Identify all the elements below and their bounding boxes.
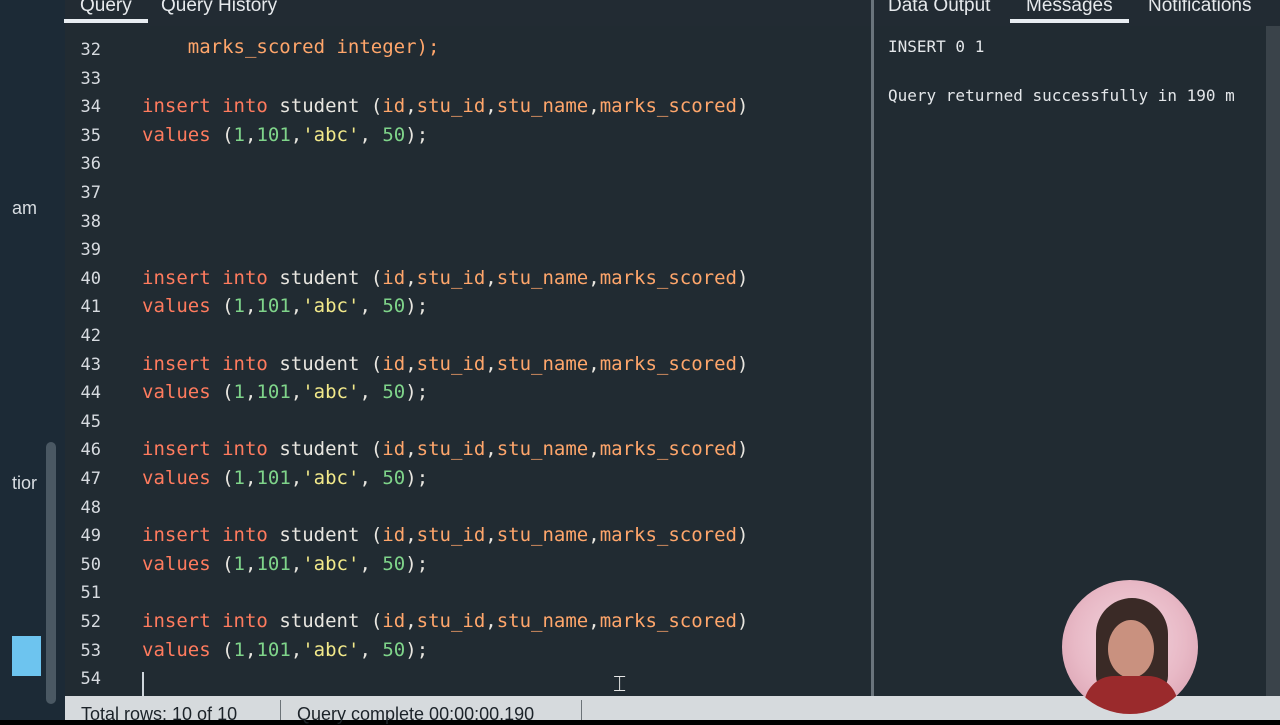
tab-bar: Query Query History Data Output Messages… <box>64 0 1280 26</box>
rail-selected-item[interactable] <box>12 636 41 676</box>
message-insert-result: INSERT 0 1 <box>888 37 985 56</box>
code-line[interactable]: insert into student (id,stu_id,stu_name,… <box>142 438 748 460</box>
ibeam-cursor-icon: ⌶ <box>613 672 627 696</box>
line-number: 46 <box>80 440 101 461</box>
webcam-face <box>1108 620 1154 678</box>
line-number: 41 <box>80 297 101 318</box>
line-number: 45 <box>80 411 101 432</box>
rail-fragment-am[interactable]: am <box>12 198 37 219</box>
tab-notifications[interactable]: Notifications <box>1146 0 1254 24</box>
code-line[interactable]: values (1,101,'abc', 50); <box>142 381 428 403</box>
messages-scrollbar[interactable] <box>1266 26 1280 696</box>
message-query-success: Query returned successfully in 190 m <box>888 86 1235 105</box>
line-number: 50 <box>80 554 101 575</box>
webcam-body <box>1084 676 1178 714</box>
line-number: 42 <box>80 326 101 346</box>
partial-code-line: marks_scored integer); <box>187 36 440 58</box>
line-number: 52 <box>80 612 101 632</box>
webcam-overlay <box>1062 580 1198 714</box>
line-number: 43 <box>80 354 101 375</box>
line-number: 47 <box>80 469 101 489</box>
status-query-complete: Query complete 00:00:00.190 <box>297 704 535 724</box>
line-number: 32 <box>80 40 101 60</box>
line-number: 44 <box>80 383 101 404</box>
code-line[interactable]: values (1,101,'abc', 50); <box>142 639 428 661</box>
tab-data-output[interactable]: Data Output <box>886 0 992 24</box>
code-line[interactable]: values (1,101,'abc', 50); <box>142 124 428 146</box>
line-number: 33 <box>80 68 101 89</box>
code-line[interactable]: insert into student (id,stu_id,stu_name,… <box>142 610 748 632</box>
line-number: 39 <box>80 240 101 261</box>
status-total-rows: Total rows: 10 of 10 <box>81 704 238 724</box>
line-number: 51 <box>80 583 101 604</box>
query-editor[interactable]: marks_scored integer); 32 33 34 insert into… <box>65 26 871 696</box>
messages-panel: INSERT 0 1 Query returned successfully i… <box>874 26 1266 696</box>
line-number: 40 <box>80 268 101 289</box>
code-line[interactable]: values (1,101,'abc', 50); <box>142 467 428 489</box>
line-number: 48 <box>80 497 101 518</box>
line-number: 38 <box>80 211 101 232</box>
rail-fragment-tior[interactable]: tior <box>12 473 37 494</box>
tab-messages[interactable]: Messages <box>1010 0 1129 24</box>
tab-query-history[interactable]: Query History <box>159 0 279 24</box>
line-number: 34 <box>80 97 101 118</box>
text-cursor <box>142 672 144 696</box>
line-number: 37 <box>80 183 101 203</box>
status-separator <box>581 700 582 720</box>
code-line[interactable]: values (1,101,'abc', 50); <box>142 295 428 317</box>
left-rail: am tior <box>0 0 65 720</box>
line-number: 54 <box>80 669 101 690</box>
line-number: 36 <box>80 154 101 175</box>
status-separator <box>280 700 281 720</box>
code-line[interactable]: insert into student (id,stu_id,stu_name,… <box>142 267 748 289</box>
rail-scrollbar[interactable] <box>46 442 56 704</box>
code-line[interactable]: insert into student (id,stu_id,stu_name,… <box>142 353 748 375</box>
line-number: 53 <box>80 640 101 661</box>
line-number: 35 <box>80 125 101 146</box>
tab-query[interactable]: Query <box>64 0 148 24</box>
line-number: 49 <box>80 526 101 547</box>
code-line[interactable]: values (1,101,'abc', 50); <box>142 553 428 575</box>
code-line[interactable]: insert into student (id,stu_id,stu_name,… <box>142 95 748 117</box>
code-line[interactable]: insert into student (id,stu_id,stu_name,… <box>142 524 748 546</box>
